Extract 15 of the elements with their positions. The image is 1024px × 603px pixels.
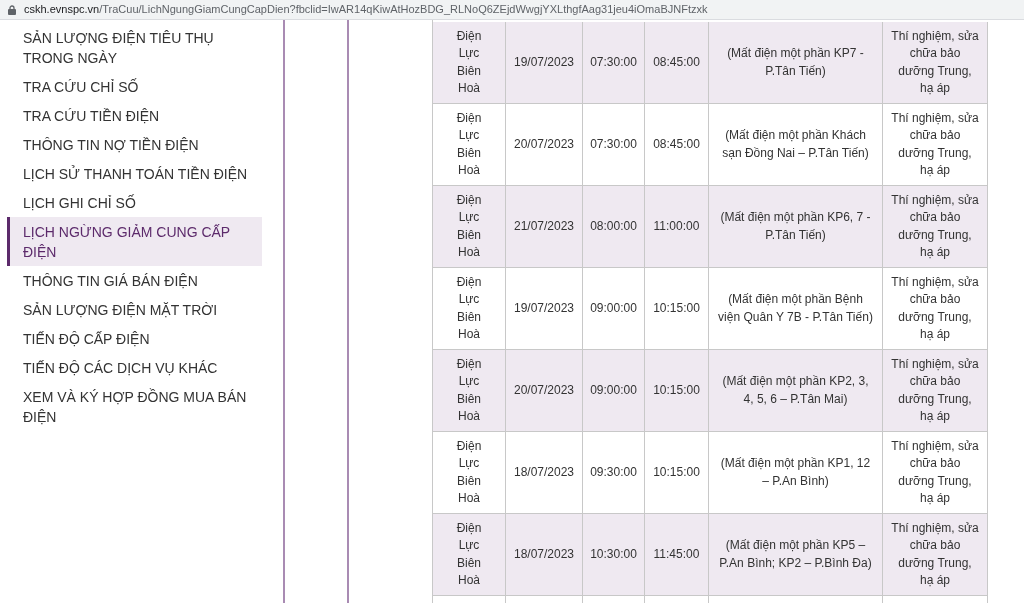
address-bar[interactable]: cskh.evnspc.vn/TraCuu/LichNgungGiamCungCapDien?fbclid=IwAR14qKiwAtHozBDG_RLNoQ6ZEjdWwgjYXLthgfAag31jeu4iOmaBJNFtzxk xyxy=(0,0,1024,20)
sidebar-item[interactable]: TRA CỨU CHỈ SỐ xyxy=(7,72,262,101)
sidebar-item[interactable]: THÔNG TIN GIÁ BÁN ĐIỆN xyxy=(7,266,262,295)
sidebar-item[interactable]: TIẾN ĐỘ CÁC DỊCH VỤ KHÁC xyxy=(7,353,262,382)
sidebar-item[interactable]: TRA CỨU TIỀN ĐIỆN xyxy=(7,101,262,130)
sidebar-item[interactable]: LỊCH NGỪNG GIẢM CUNG CẤP ĐIỆN xyxy=(7,217,262,266)
sidebar-item[interactable]: LỊCH SỬ THANH TOÁN TIỀN ĐIỆN xyxy=(7,159,262,188)
sidebar-item[interactable]: XEM VÀ KÝ HỢP ĐỒNG MUA BÁN ĐIỆN xyxy=(7,382,262,431)
sidebar-item[interactable]: THÔNG TIN NỢ TIỀN ĐIỆN xyxy=(7,130,262,159)
sidebar-item[interactable]: LỊCH GHI CHỈ SỐ xyxy=(7,188,262,217)
url-text: cskh.evnspc.vn/TraCuu/LichNgungGiamCungCapDien?fbclid=IwAR14qKiwAtHozBDG_RLNoQ6ZEjdWwgjYXLthgfAag31jeu4iOmaBJNFtzxk xyxy=(24,2,708,18)
sidebar-item[interactable]: SẢN LƯỢNG ĐIỆN TIÊU THỤ TRONG NGÀY xyxy=(7,23,262,72)
lock-icon xyxy=(8,4,16,15)
sidebar-item[interactable]: SẢN LƯỢNG ĐIỆN MẶT TRỜI xyxy=(7,295,262,324)
sidebar-item[interactable]: TIẾN ĐỘ CẤP ĐIỆN xyxy=(7,324,262,353)
